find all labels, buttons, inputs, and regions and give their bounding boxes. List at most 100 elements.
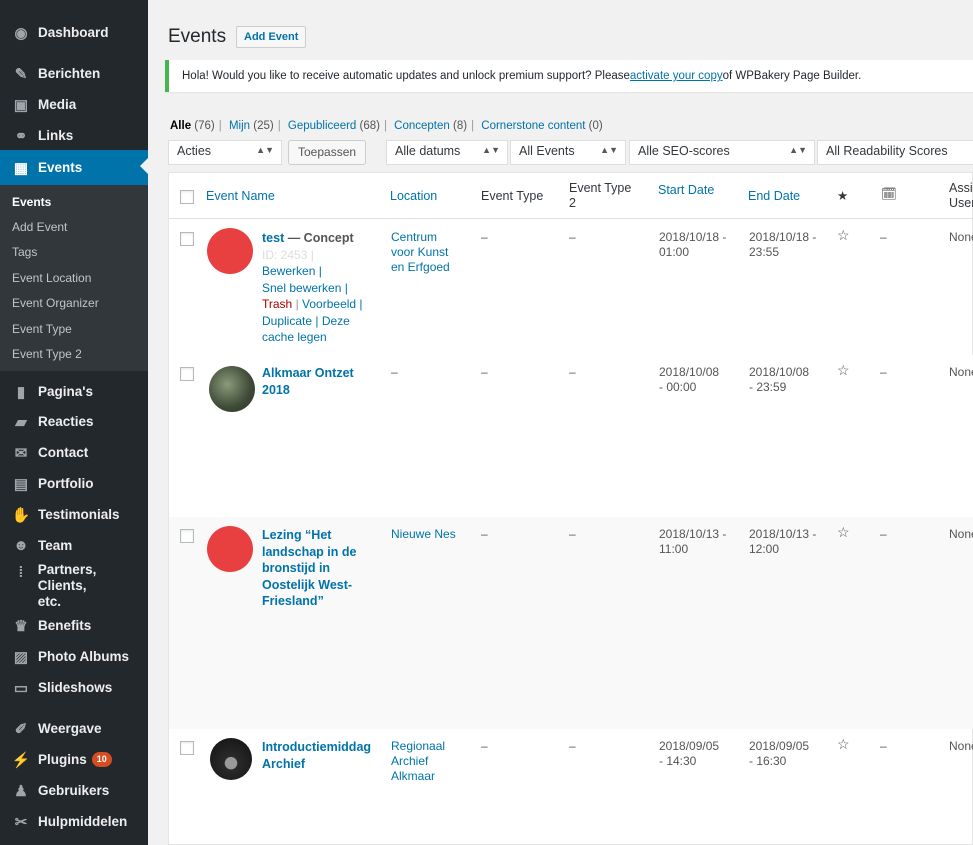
apply-button[interactable]: Toepassen (288, 140, 367, 165)
submenu-event-location[interactable]: Event Location (12, 271, 91, 285)
assigned-users-cell: None (949, 230, 973, 244)
submenu-events[interactable]: Events (12, 195, 51, 209)
event-type-2-cell: – (569, 739, 576, 753)
preview-link[interactable]: Voorbeeld | (302, 297, 363, 311)
col-start-date[interactable]: Start Date (658, 183, 714, 197)
event-title-link[interactable]: test (262, 231, 284, 245)
title-line: Oostelijk West- (262, 577, 353, 592)
grid-icon: ⁞ (18, 563, 24, 581)
title-line: Archief (262, 756, 306, 771)
event-title-link[interactable]: Alkmaar Ontzet 2018 (262, 366, 354, 397)
dashboard-icon: ◉ (14, 24, 28, 42)
row-checkbox[interactable] (180, 232, 194, 246)
event-filter-select[interactable]: All Events ▲▼ (510, 140, 626, 165)
location-cell[interactable]: Nieuwe Nes (391, 527, 456, 542)
submenu-event-type-2[interactable]: Event Type 2 (12, 347, 82, 361)
menu-slideshows[interactable]: ▭ Slideshows (0, 672, 148, 703)
menu-links[interactable]: ⚭ Links (0, 120, 148, 151)
submenu-add-event[interactable]: Add Event (12, 220, 67, 234)
bulk-actions-select[interactable]: Acties ▲▼ (168, 140, 282, 165)
location-cell[interactable]: Regionaal Archief Alkmaar (391, 739, 445, 784)
wrench-icon: ✂ (14, 813, 28, 831)
menu-reacties[interactable]: ▰ Reacties (0, 406, 148, 437)
time-line: - 16:30 (749, 754, 787, 768)
team-icon: ☻ (13, 537, 29, 554)
submenu-tags[interactable]: Tags (12, 245, 37, 259)
col-location[interactable]: Location (390, 189, 437, 203)
end-date-cell: 2018/09/05- 16:30 (749, 739, 809, 769)
row-checkbox[interactable] (180, 741, 194, 755)
featured-star-icon[interactable]: ☆ (837, 362, 850, 379)
menu-media[interactable]: ▣ Media (0, 89, 148, 120)
date-line: 2018/10/08 (659, 365, 720, 379)
view-count: (0) (588, 120, 603, 132)
calendar-cell: – (880, 527, 887, 541)
edit-link[interactable]: Bewerken | (262, 264, 322, 278)
featured-star-icon[interactable]: ☆ (837, 524, 850, 541)
menu-portfolio[interactable]: ▤ Portfolio (0, 468, 148, 499)
view-cornerstone[interactable]: Cornerstone content (481, 120, 585, 132)
featured-star-icon[interactable]: ☆ (837, 227, 850, 244)
row-checkbox[interactable] (180, 529, 194, 543)
menu-weergave[interactable]: ✐ Weergave (0, 713, 148, 744)
row-checkbox[interactable] (180, 367, 194, 381)
readability-filter-select[interactable]: All Readability Scores (817, 140, 973, 165)
assigned-users-cell: None (949, 365, 973, 379)
location-cell[interactable]: Centrum voor Kunst en Erfgoed (391, 230, 450, 275)
col-event-name[interactable]: Event Name (206, 189, 275, 203)
trash-link[interactable]: Trash (262, 297, 292, 311)
col-label: Event Type (569, 181, 632, 195)
menu-partners[interactable]: ⁞ Partners, Clients, etc. (0, 562, 148, 609)
comment-icon: ▰ (15, 413, 27, 431)
plugin-icon: ⚡ (11, 751, 31, 769)
table-row: Alkmaar Ontzet 2018 – – – 2018/10/08- 00:… (169, 355, 973, 517)
menu-testimonials[interactable]: ✋ Testimonials (0, 499, 148, 530)
date-filter-select[interactable]: Alle datums ▲▼ (386, 140, 508, 165)
event-type-cell: – (481, 230, 488, 244)
submenu-event-organizer[interactable]: Event Organizer (12, 296, 99, 310)
menu-label: Portfolio (38, 476, 94, 491)
quick-edit-link[interactable]: Snel bewerken | (262, 281, 348, 295)
menu-paginas[interactable]: ▮ Pagina's (0, 376, 148, 407)
menu-label: Plugins (38, 752, 87, 767)
end-date-cell: 2018/10/13 -12:00 (749, 527, 816, 557)
menu-photo-albums[interactable]: ▨ Photo Albums (0, 641, 148, 672)
menu-plugins[interactable]: ⚡ Plugins 10 (0, 744, 148, 775)
location-line: Archief (391, 754, 429, 768)
menu-events[interactable]: ▦ Events (0, 150, 148, 185)
portfolio-icon: ▤ (13, 475, 29, 493)
event-title-link[interactable]: Lezing “Het landschap in de bronstijd in Oo… (262, 528, 356, 608)
time-line: 01:00 (659, 245, 690, 259)
menu-gebruikers[interactable]: ♟ Gebruikers (0, 775, 148, 806)
view-mijn[interactable]: Mijn (229, 120, 250, 132)
view-concepten[interactable]: Concepten (394, 120, 450, 132)
media-icon: ▣ (13, 96, 29, 114)
menu-dashboard[interactable]: ◉ Dashboard (0, 17, 148, 48)
select-arrow-icon: ▲▼ (789, 145, 807, 155)
view-alle[interactable]: Alle (170, 120, 191, 132)
post-id: ID: 2453 | (262, 247, 314, 262)
select-all-checkbox[interactable] (180, 190, 194, 204)
submenu-event-type[interactable]: Event Type (12, 322, 72, 336)
menu-benefits[interactable]: ♛ Benefits (0, 610, 148, 641)
time-line: 23:55 (749, 245, 780, 259)
update-count-badge: 10 (91, 752, 112, 767)
menu-team[interactable]: ☻ Team (0, 530, 148, 561)
calendar-cell: – (880, 739, 887, 753)
view-gepubliceerd[interactable]: Gepubliceerd (288, 120, 356, 132)
activate-link[interactable]: activate your copy (630, 70, 723, 82)
col-end-date[interactable]: End Date (748, 189, 800, 203)
select-arrow-icon: ▲▼ (600, 145, 618, 155)
end-date-cell: 2018/10/18 -23:55 (749, 230, 816, 260)
duplicate-link[interactable]: Duplicate | Deze cache legen (262, 314, 350, 345)
thumbs-up-icon: ✋ (11, 506, 31, 524)
featured-star-icon[interactable]: ☆ (837, 736, 850, 753)
menu-hulpmiddelen[interactable]: ✂ Hulpmiddelen (0, 806, 148, 837)
menu-berichten[interactable]: ✎ Berichten (0, 58, 148, 89)
event-title-cell: Alkmaar Ontzet 2018 (262, 365, 384, 398)
menu-label: Gebruikers (38, 783, 110, 798)
event-title-link[interactable]: Introductiemiddag Archief (262, 740, 371, 771)
menu-contact[interactable]: ✉ Contact (0, 437, 148, 468)
seo-filter-select[interactable]: Alle SEO-scores ▲▼ (629, 140, 815, 165)
add-event-button[interactable]: Add Event (236, 26, 307, 48)
